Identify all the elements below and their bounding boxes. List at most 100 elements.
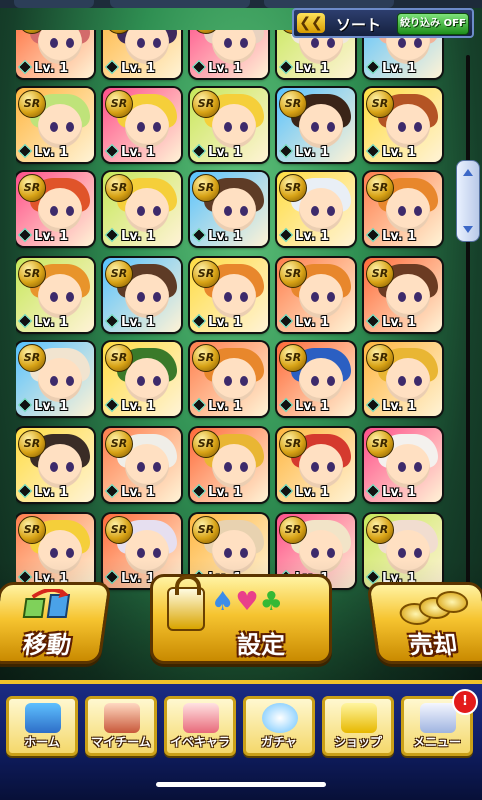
- character-card[interactable]: SRLv. 1: [190, 428, 268, 502]
- sr-rarity-badge: SR: [279, 90, 307, 118]
- sr-rarity-badge: SR: [18, 260, 46, 288]
- character-card[interactable]: SRLv. 1: [190, 88, 268, 162]
- character-eye: [50, 548, 58, 558]
- character-eye: [311, 122, 319, 132]
- nav-menu-label: メニュー: [412, 735, 461, 749]
- character-card[interactable]: SRLv. 1: [16, 30, 94, 78]
- character-eye: [153, 122, 161, 132]
- character-eye: [327, 548, 335, 558]
- card-level: Lv. 1: [208, 145, 243, 160]
- home-indicator[interactable]: [156, 782, 326, 787]
- nav-menu-button[interactable]: メニュー !: [401, 689, 478, 756]
- character-card[interactable]: SRLv. 1: [103, 342, 181, 416]
- diamond-icon: [191, 143, 207, 159]
- character-card[interactable]: SRLv. 1: [277, 342, 355, 416]
- sort-filter-bar: ❮❮ ソート 絞り込み OFF: [292, 8, 474, 38]
- card-level: Lv. 1: [382, 315, 417, 330]
- character-card[interactable]: SRLv. 1: [364, 172, 442, 246]
- sr-rarity-badge: SR: [279, 516, 307, 544]
- character-card[interactable]: SRLv. 1: [364, 258, 442, 332]
- character-card[interactable]: SRLv. 1: [190, 258, 268, 332]
- diamond-icon: [104, 397, 120, 413]
- character-eye: [311, 376, 319, 386]
- character-card[interactable]: SRLv. 1: [103, 428, 181, 502]
- sr-rarity-badge: SR: [366, 430, 394, 458]
- nav-home-label: ホーム: [24, 735, 60, 749]
- card-level: Lv. 1: [295, 145, 330, 160]
- character-card[interactable]: SRLv. 1: [16, 342, 94, 416]
- sr-rarity-badge: SR: [105, 344, 133, 372]
- card-level: Lv. 1: [34, 315, 69, 330]
- diamond-icon: [17, 397, 33, 413]
- diamond-icon: [278, 483, 294, 499]
- sr-rarity-badge: SR: [18, 344, 46, 372]
- nav-gacha-button[interactable]: ガチャ: [243, 696, 315, 756]
- character-eye: [224, 38, 232, 48]
- team-players-icon: [104, 703, 140, 733]
- character-card[interactable]: SR Lv. 1: [277, 88, 355, 162]
- sr-rarity-badge: SR: [18, 90, 46, 118]
- character-eye: [311, 292, 319, 302]
- sell-button[interactable]: 売却: [366, 582, 482, 664]
- character-eye: [327, 38, 335, 48]
- character-face: [125, 358, 169, 402]
- nav-home-button[interactable]: ホーム: [6, 696, 78, 756]
- character-eye: [50, 206, 58, 216]
- sr-rarity-badge: SR: [366, 90, 394, 118]
- nav-my-team-button[interactable]: マイチーム: [85, 696, 157, 756]
- sort-button[interactable]: ソート: [336, 14, 381, 35]
- nav-my-team-label: マイチーム: [91, 735, 151, 749]
- sr-rarity-badge: SR: [18, 516, 46, 544]
- character-eye: [50, 38, 58, 48]
- move-button[interactable]: 移動: [0, 582, 112, 664]
- character-card[interactable]: SRLv. 1: [364, 428, 442, 502]
- sort-collapse-arrow-icon[interactable]: ❮❮: [297, 13, 325, 33]
- character-card[interactable]: SRLv. 1: [16, 428, 94, 502]
- card-level: Lv. 1: [295, 399, 330, 414]
- character-card[interactable]: SRLv. 1: [364, 342, 442, 416]
- character-face: [212, 444, 256, 488]
- scrollbar-thumb[interactable]: [456, 160, 480, 242]
- character-card[interactable]: SRLv. 1: [103, 258, 181, 332]
- character-card[interactable]: SRLv. 1: [190, 30, 268, 78]
- character-card[interactable]: SRLv. 1: [16, 88, 94, 162]
- character-eye: [153, 292, 161, 302]
- settings-lock-button[interactable]: ♠♥♣ 設定: [150, 574, 332, 664]
- diamond-icon: [278, 397, 294, 413]
- character-card[interactable]: SRLv. 1: [277, 172, 355, 246]
- card-level: Lv. 1: [208, 61, 243, 76]
- character-eye: [327, 376, 335, 386]
- sr-rarity-badge: SR: [18, 174, 46, 202]
- coins-icon: [394, 589, 470, 625]
- character-card-grid[interactable]: SR Lv. 1 SR Lv. 1 SR Lv. 1 SR Lv. 1 SR Lv. 1 SR Lv.…: [16, 30, 446, 650]
- filter-toggle-button[interactable]: 絞り込み OFF: [397, 13, 469, 35]
- top-status-strip: [0, 0, 482, 8]
- card-level: Lv. 1: [295, 61, 330, 76]
- character-card[interactable]: SRLv. 1: [190, 342, 268, 416]
- character-eye: [311, 462, 319, 472]
- character-card[interactable]: SRLv. 1: [277, 258, 355, 332]
- sr-rarity-badge: SR: [105, 516, 133, 544]
- diamond-icon: [104, 143, 120, 159]
- character-card[interactable]: SRLv. 1: [277, 428, 355, 502]
- character-card[interactable]: SRLv. 1: [103, 30, 181, 78]
- character-face: [38, 358, 82, 402]
- sr-rarity-badge: SR: [105, 430, 133, 458]
- character-eye: [224, 548, 232, 558]
- nav-shop-button[interactable]: ショップ: [322, 696, 394, 756]
- character-card[interactable]: SR Lv. 1: [16, 258, 94, 332]
- character-card[interactable]: SRLv. 1: [103, 88, 181, 162]
- nav-event-chara-button[interactable]: イベキャラ: [164, 696, 236, 756]
- character-card[interactable]: SRLv. 1: [364, 88, 442, 162]
- character-eye: [327, 206, 335, 216]
- character-card[interactable]: SRLv. 1: [16, 172, 94, 246]
- character-eye: [398, 38, 406, 48]
- character-face: [125, 444, 169, 488]
- character-eye: [153, 548, 161, 558]
- character-card[interactable]: SRLv. 1: [190, 172, 268, 246]
- diamond-icon: [104, 59, 120, 75]
- character-eye: [137, 548, 145, 558]
- character-eye: [311, 548, 319, 558]
- character-card[interactable]: SRLv. 1: [103, 172, 181, 246]
- scroll-down-icon: [463, 226, 473, 233]
